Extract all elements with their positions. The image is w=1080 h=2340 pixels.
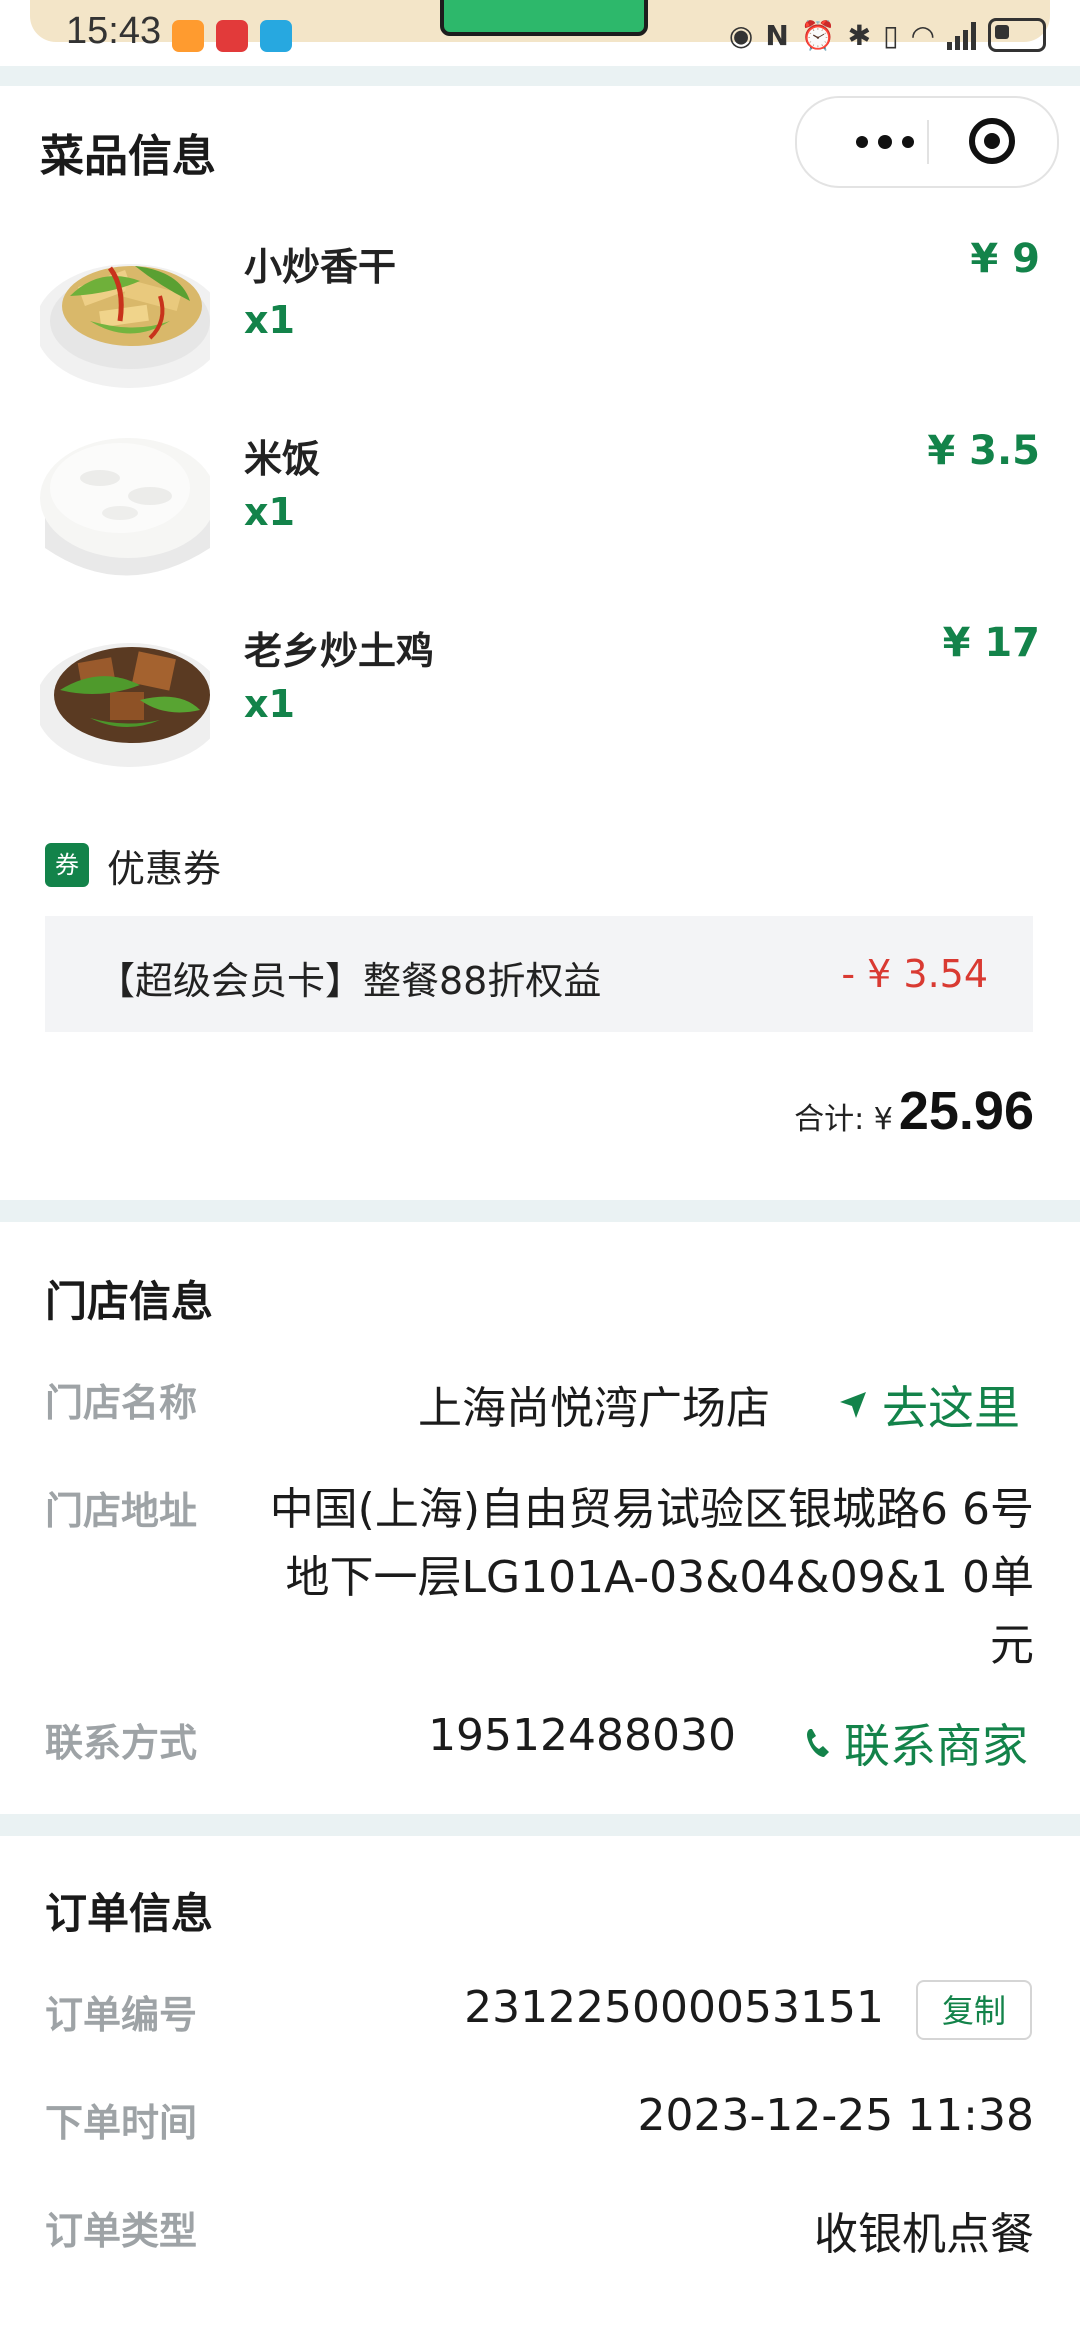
store-address-value: 中国(上海)自由贸易试验区银城路6 6号地下一层LG101A-03&04&09&… — [269, 1484, 1034, 1671]
dish-price: ¥ 9 — [970, 236, 1040, 282]
status-bar: 15:43 ◉ N ⏰ ✱ ▯ ◠ — [0, 0, 1080, 66]
coupon-card: 【超级会员卡】整餐88折权益 - ¥ 3.54 — [45, 916, 1033, 1032]
dish-price: ¥ 3.5 — [927, 428, 1040, 474]
dish-image — [40, 610, 210, 780]
wifi-icon: ◠ — [910, 18, 935, 52]
status-time: 15:43 — [66, 10, 162, 52]
coupon-header: 券 优惠券 — [45, 838, 645, 891]
total-label: 合计: ¥ — [794, 1102, 893, 1137]
coupon-tag-icon: 券 — [45, 843, 89, 887]
store-address-label: 门店地址 — [45, 1489, 198, 1533]
coupon-amount: - ¥ 3.54 — [841, 952, 988, 996]
coupon-title: 优惠券 — [107, 847, 222, 891]
dishes-section-title: 菜品信息 — [40, 131, 216, 182]
banner-badge — [440, 0, 648, 36]
alarm-icon: ⏰ — [800, 18, 836, 52]
dish-name: 小炒香干 — [244, 245, 397, 289]
nfc-icon: N — [765, 18, 789, 52]
wps-notification-icon — [216, 20, 248, 52]
copy-button[interactable]: 复制 — [916, 1980, 1032, 2040]
target-icon[interactable] — [969, 118, 1015, 164]
bluetooth-icon: ✱ — [847, 18, 872, 52]
call-merchant-button[interactable]: 联系商家 — [804, 1710, 1028, 1776]
section-divider — [0, 1814, 1080, 1836]
dish-item: 小炒香干 x1 ¥ 9 — [40, 226, 1040, 396]
capsule-separator — [927, 120, 929, 164]
store-name-value: 上海尚悦湾广场店 — [418, 1383, 770, 1434]
dish-quantity: x1 — [244, 490, 295, 534]
store-name-label: 门店名称 — [45, 1381, 198, 1425]
eye-icon: ◉ — [728, 18, 754, 52]
location-arrow-icon — [840, 1392, 866, 1418]
miniapp-capsule — [795, 96, 1059, 188]
call-merchant-label: 联系商家 — [844, 1719, 1028, 1773]
navigate-button[interactable]: 去这里 — [836, 1372, 1020, 1438]
order-type-value: 收银机点餐 — [814, 2209, 1034, 2260]
contact-phone: 19512488030 — [428, 1710, 736, 1761]
navigate-label: 去这里 — [882, 1381, 1020, 1435]
dish-name: 老乡炒土鸡 — [244, 629, 435, 673]
order-detail-page: 15:43 ◉ N ⏰ ✱ ▯ ◠ 菜品信息 小炒香干 x1 ¥ 9 米饭 x1… — [0, 0, 1080, 2340]
coupon-description: 【超级会员卡】整餐88折权益 — [97, 959, 602, 1003]
vibrate-icon: ▯ — [883, 18, 899, 52]
dish-price: ¥ 17 — [942, 620, 1040, 666]
total-value: 25.96 — [898, 1081, 1034, 1141]
order-time-label: 下单时间 — [45, 2101, 198, 2145]
menu-dots-icon[interactable] — [835, 124, 935, 160]
section-divider — [0, 1200, 1080, 1222]
order-number-label: 订单编号 — [45, 1993, 198, 2037]
order-time-value: 2023-12-25 11:38 — [637, 2090, 1035, 2141]
contact-label: 联系方式 — [45, 1721, 198, 1765]
signal-icon — [947, 20, 976, 50]
app-notification-icon — [172, 20, 204, 52]
battery-icon — [988, 18, 1046, 52]
order-number-value: 231225000053151 — [464, 1982, 884, 2033]
dish-quantity: x1 — [244, 682, 295, 726]
dish-image — [40, 418, 210, 588]
order-total: 合计: ¥ 25.96 — [794, 1080, 1034, 1142]
dish-image — [40, 226, 210, 396]
store-section-title: 门店信息 — [45, 1277, 214, 1326]
dish-quantity: x1 — [244, 298, 295, 342]
map-notification-icon — [260, 20, 292, 52]
dish-item: 老乡炒土鸡 x1 ¥ 17 — [40, 610, 1040, 780]
order-section-title: 订单信息 — [45, 1889, 214, 1938]
phone-icon — [807, 1729, 829, 1757]
dish-item: 米饭 x1 ¥ 3.5 — [40, 418, 1040, 588]
status-icons: ◉ N ⏰ ✱ ▯ ◠ — [729, 18, 1046, 52]
order-type-label: 订单类型 — [45, 2209, 198, 2253]
dish-name: 米饭 — [244, 437, 321, 481]
section-divider — [0, 66, 1080, 86]
